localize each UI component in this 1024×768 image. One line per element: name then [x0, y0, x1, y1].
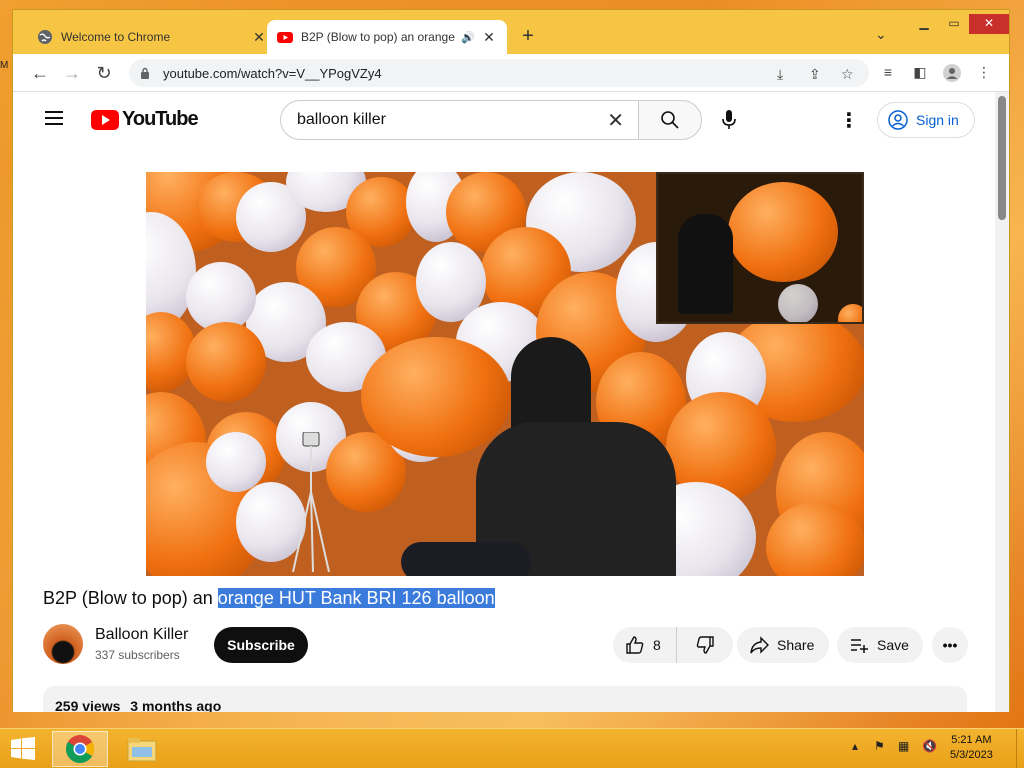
tab-welcome[interactable]: Welcome to Chrome ✕: [27, 20, 277, 54]
more-actions-button[interactable]: •••: [932, 627, 968, 663]
thumbs-up-icon: [626, 636, 644, 654]
desktop-icon-label: M: [0, 60, 9, 71]
new-tab-button[interactable]: +: [515, 24, 541, 50]
chrome-window: Welcome to Chrome ✕ B2P (Blow to pop) an…: [12, 9, 1010, 712]
address-bar[interactable]: youtube.com/watch?v=V__YPogVZy4 ⤓ ⇪ ☆: [129, 59, 869, 87]
subscribe-button[interactable]: Subscribe: [214, 627, 308, 663]
tab-strip: Welcome to Chrome ✕ B2P (Blow to pop) an…: [13, 10, 1009, 54]
install-icon[interactable]: ⤓: [777, 66, 783, 83]
video-title-selected-text: orange HUT Bank BRI 126 balloon: [217, 588, 495, 608]
youtube-logo[interactable]: YouTube: [91, 108, 199, 131]
tab-title: Welcome to Chrome: [61, 30, 171, 44]
video-title: B2P (Blow to pop) an orange HUT Bank BRI…: [43, 588, 495, 609]
share-button[interactable]: Share: [737, 627, 829, 663]
clock-time: 5:21 AM: [951, 734, 992, 746]
lock-icon: [141, 67, 149, 79]
clear-search-icon[interactable]: ✕: [607, 108, 624, 133]
youtube-header: YouTube balloon killer ✕ ⋮ Sign in: [13, 92, 995, 148]
picture-in-picture-inset: [656, 172, 864, 324]
taskbar-chrome[interactable]: [52, 731, 108, 767]
speaker-icon[interactable]: 🔊: [461, 31, 475, 44]
back-arrow-icon[interactable]: ←: [29, 62, 51, 84]
view-count: 259 views: [55, 698, 121, 712]
close-icon[interactable]: ✕: [251, 29, 267, 46]
search-input[interactable]: balloon killer ✕: [280, 100, 638, 140]
kebab-menu-icon[interactable]: ⋮: [975, 64, 993, 82]
bookmark-star-icon[interactable]: ☆: [841, 66, 854, 83]
like-count: 8: [653, 637, 661, 653]
taskbar-file-explorer[interactable]: [114, 731, 170, 767]
profile-avatar-icon[interactable]: [943, 64, 961, 82]
video-title-text: B2P (Blow to pop) an: [43, 588, 218, 608]
tab-youtube-video[interactable]: B2P (Blow to pop) an orange 🔊 ✕: [267, 20, 507, 54]
more-options-icon[interactable]: ⋮: [839, 108, 859, 133]
sign-in-button[interactable]: Sign in: [877, 102, 975, 138]
video-player[interactable]: [146, 172, 864, 576]
share-label: Share: [777, 637, 815, 653]
channel-name[interactable]: Balloon Killer: [95, 626, 188, 644]
media-control-icon[interactable]: ≡: [879, 64, 897, 82]
channel-avatar[interactable]: [43, 624, 83, 664]
save-button[interactable]: Save: [837, 627, 923, 663]
share-icon[interactable]: ⇪: [809, 66, 821, 83]
scrollbar-thumb[interactable]: [998, 96, 1006, 220]
folder-icon: [127, 738, 157, 762]
share-arrow-icon: [750, 636, 769, 654]
youtube-play-icon: [91, 109, 119, 130]
search-query: balloon killer: [297, 111, 386, 128]
chevron-down-icon[interactable]: ⌄: [875, 26, 887, 43]
network-icon[interactable]: ▦: [898, 739, 909, 753]
playlist-add-icon: [851, 639, 868, 653]
action-center-flag-icon[interactable]: ⚑: [874, 739, 885, 753]
windows-start-icon[interactable]: [10, 737, 36, 761]
more-horizontal-icon: •••: [942, 637, 958, 653]
tab-title: B2P (Blow to pop) an orange: [301, 30, 455, 44]
globe-icon: [38, 30, 52, 44]
volume-muted-icon[interactable]: 🔇: [922, 739, 937, 753]
upload-age: 3 months ago: [130, 698, 222, 712]
subscriber-count: 337 subscribers: [95, 648, 180, 662]
youtube-logo-text: YouTube: [122, 108, 199, 130]
windows-taskbar: ▴ ⚑ ▦ 🔇 5:21 AM 5/3/2023: [0, 728, 1024, 768]
page-viewport: YouTube balloon killer ✕ ⋮ Sign in B2P (…: [13, 92, 995, 712]
dislike-button[interactable]: [677, 627, 733, 663]
side-panel-icon[interactable]: ◧: [911, 64, 929, 82]
minimize-button[interactable]: ▁: [909, 14, 939, 34]
browser-toolbar: ← → ↻ youtube.com/watch?v=V__YPogVZy4 ⤓ …: [13, 54, 1009, 92]
user-circle-icon: [888, 110, 908, 130]
chrome-icon: [66, 735, 94, 763]
like-dislike-group: 8: [613, 627, 733, 663]
show-hidden-icons[interactable]: ▴: [852, 739, 858, 753]
close-window-button[interactable]: ✕: [969, 14, 1009, 34]
save-label: Save: [877, 637, 909, 653]
description-box[interactable]: 259 views 3 months ago: [43, 686, 967, 712]
sign-in-label: Sign in: [916, 112, 959, 128]
system-clock[interactable]: 5:21 AM 5/3/2023: [950, 733, 993, 763]
hamburger-menu-icon[interactable]: [45, 111, 63, 125]
clock-date: 5/3/2023: [950, 749, 993, 761]
forward-arrow-icon[interactable]: →: [61, 62, 83, 84]
show-desktop-button[interactable]: [1016, 729, 1024, 768]
reload-icon[interactable]: ↻: [93, 62, 115, 84]
search-icon: [661, 111, 679, 129]
tripod-camera: [292, 432, 330, 572]
like-button[interactable]: 8: [613, 627, 677, 663]
maximize-button[interactable]: ▭: [939, 14, 969, 34]
youtube-favicon-icon: [277, 32, 293, 43]
channel-row: Balloon Killer 337 subscribers Subscribe…: [43, 624, 983, 670]
url-text: youtube.com/watch?v=V__YPogVZy4: [163, 65, 382, 81]
page-scrollbar[interactable]: [995, 92, 1009, 712]
thumbs-down-icon: [696, 636, 714, 654]
search-button[interactable]: [638, 100, 702, 140]
microphone-icon[interactable]: [719, 108, 739, 132]
close-icon[interactable]: ✕: [481, 29, 497, 46]
